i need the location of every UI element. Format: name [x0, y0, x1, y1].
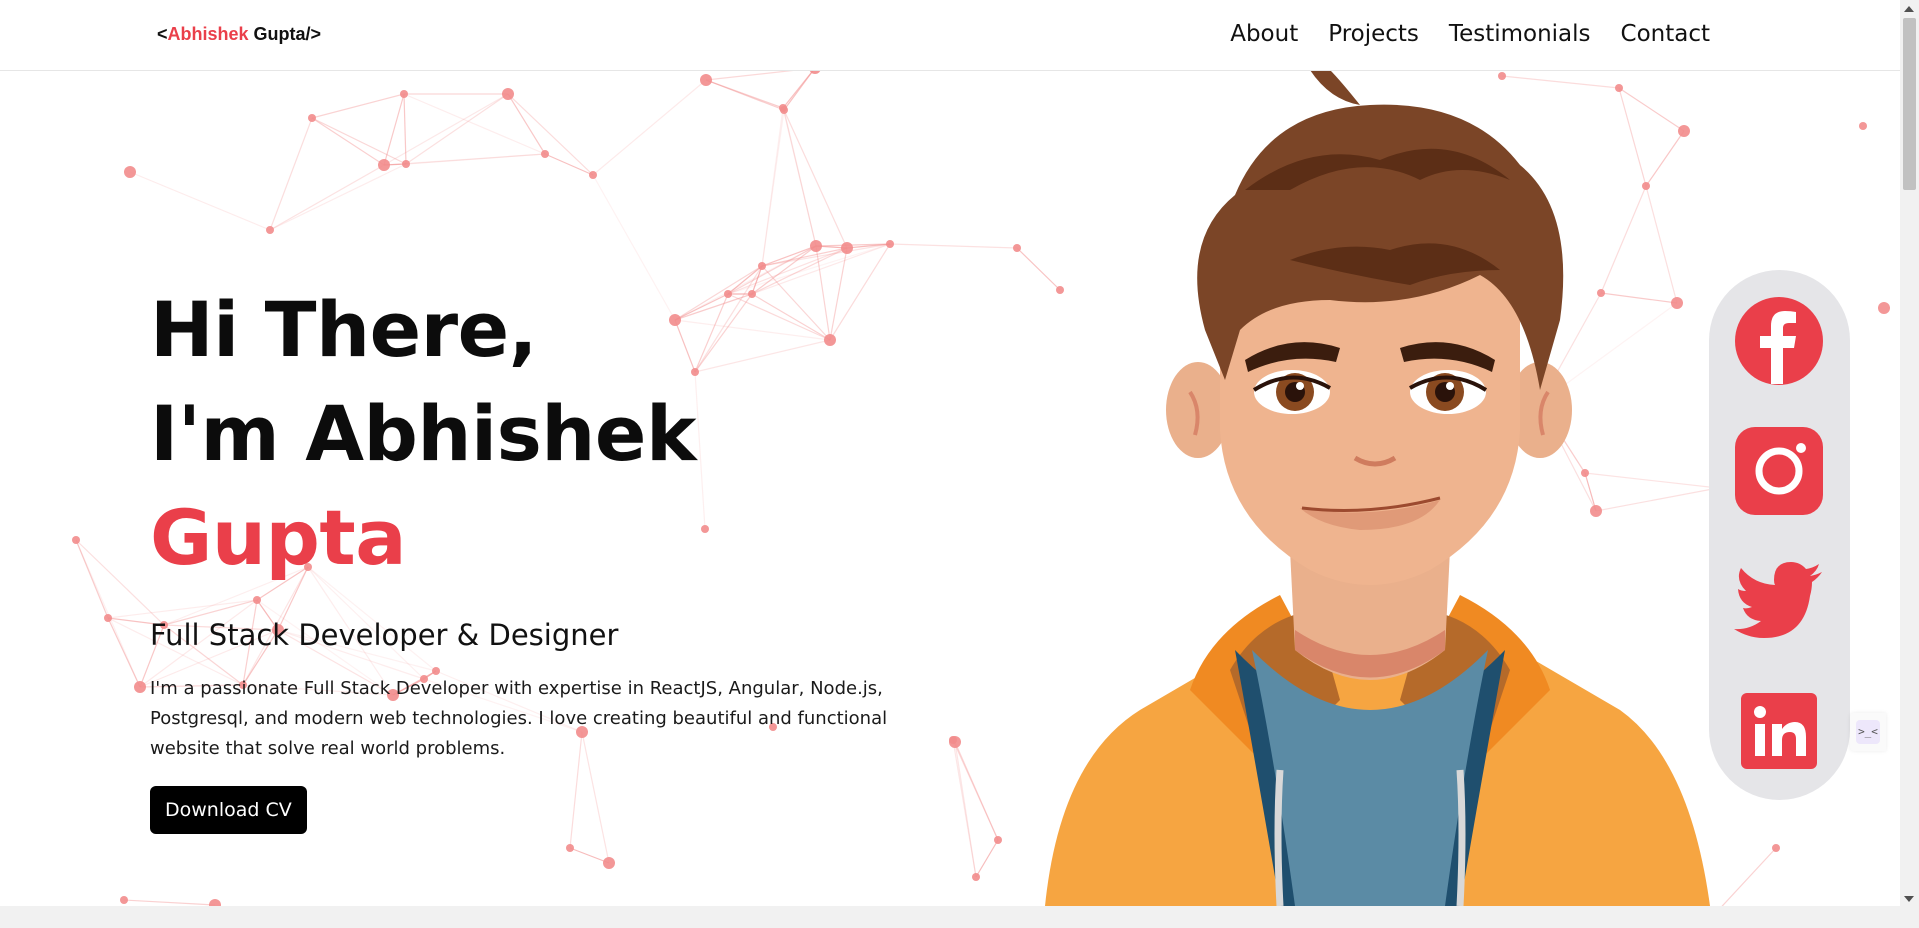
- nav-link-testimonials[interactable]: Testimonials: [1449, 21, 1591, 47]
- network-node: [780, 106, 788, 114]
- social-facebook-link[interactable]: [1734, 296, 1824, 386]
- social-twitter-link[interactable]: [1734, 556, 1824, 646]
- hero-intro: I'm Abhishek: [150, 389, 697, 478]
- nav-link-projects[interactable]: Projects: [1328, 21, 1419, 47]
- nav-links: About Projects Testimonials Contact: [1230, 21, 1710, 47]
- network-node: [266, 226, 274, 234]
- linkedin-icon: [1741, 693, 1817, 769]
- instagram-icon: [1735, 427, 1823, 515]
- network-node: [209, 899, 221, 906]
- network-node: [120, 896, 128, 904]
- network-edge: [507, 93, 594, 176]
- logo-last-name: Gupta/>: [248, 24, 322, 44]
- scrollbar-thumb[interactable]: [1903, 18, 1916, 190]
- network-node: [400, 90, 408, 98]
- network-edge: [783, 109, 848, 249]
- twitter-icon: [1734, 562, 1822, 638]
- top-navbar: <Abhishek Gupta/> About Projects Testimo…: [0, 0, 1900, 71]
- network-edge: [403, 93, 546, 155]
- network-edge: [569, 847, 610, 864]
- network-node: [886, 240, 894, 248]
- network-edge: [269, 164, 385, 231]
- hero-greeting: Hi There,: [150, 285, 538, 374]
- network-edge: [129, 171, 271, 231]
- network-node: [72, 536, 80, 544]
- network-edge: [1721, 847, 1777, 906]
- network-node: [994, 836, 1002, 844]
- logo-first-name: Abhishek: [167, 24, 249, 44]
- facebook-icon: [1735, 297, 1823, 385]
- network-edge: [783, 70, 815, 111]
- social-linkedin-link[interactable]: [1734, 686, 1824, 776]
- network-edge: [311, 117, 385, 166]
- network-node: [402, 160, 410, 168]
- social-links-rail: [1709, 270, 1850, 800]
- network-node: [603, 857, 615, 869]
- logo-bracket: <: [157, 24, 168, 44]
- vertical-scrollbar[interactable]: [1900, 0, 1919, 910]
- hero-accent-name: Gupta: [150, 493, 407, 582]
- network-node: [589, 171, 597, 179]
- network-node: [124, 166, 136, 178]
- scroll-down-arrow-icon[interactable]: [1904, 896, 1914, 902]
- network-edge: [311, 117, 407, 165]
- download-cv-button[interactable]: Download CV: [150, 786, 307, 834]
- network-node: [810, 240, 822, 252]
- horizontal-scrollbar[interactable]: [0, 906, 1919, 928]
- network-node: [502, 88, 514, 100]
- network-node: [841, 242, 853, 254]
- helper-widget-icon: >_<: [1856, 720, 1880, 744]
- network-node: [700, 74, 712, 86]
- network-node: [1859, 122, 1867, 130]
- network-edge: [705, 79, 785, 111]
- nav-link-about[interactable]: About: [1230, 21, 1298, 47]
- network-node: [972, 873, 980, 881]
- network-edge: [311, 93, 405, 119]
- network-edge: [107, 617, 141, 688]
- social-instagram-link[interactable]: [1734, 426, 1824, 516]
- network-edge: [383, 93, 509, 166]
- site-logo[interactable]: <Abhishek Gupta/>: [157, 24, 321, 45]
- network-node: [566, 844, 574, 852]
- network-edge: [383, 93, 405, 166]
- network-node: [378, 159, 390, 171]
- network-edge: [889, 243, 1018, 249]
- network-node: [1878, 302, 1890, 314]
- hero-bio: I'm a passionate Full Stack Developer wi…: [150, 678, 888, 759]
- network-node: [758, 262, 766, 270]
- network-node: [308, 114, 316, 122]
- network-edge: [705, 70, 803, 81]
- network-edge: [761, 243, 891, 267]
- scroll-up-arrow-icon[interactable]: [1904, 6, 1914, 12]
- network-edge: [544, 153, 594, 176]
- hero-section: Hi There, I'm Abhishek Gupta Full Stack …: [150, 278, 970, 834]
- network-node: [104, 614, 112, 622]
- network-node: [1013, 244, 1021, 252]
- network-edge: [123, 899, 216, 906]
- network-node: [1772, 844, 1780, 852]
- avatar-illustration: [1045, 70, 1710, 906]
- network-node: [541, 150, 549, 158]
- hero-role: Full Stack Developer & Designer: [150, 618, 619, 652]
- nav-link-contact[interactable]: Contact: [1621, 21, 1710, 47]
- network-edge: [783, 109, 817, 247]
- hero-name: I'm Abhishek Gupta: [150, 382, 970, 590]
- floating-helper-widget[interactable]: >_<: [1850, 713, 1886, 751]
- network-edge: [405, 93, 509, 165]
- network-edge: [592, 79, 707, 176]
- network-edge: [975, 839, 999, 878]
- network-node: [134, 681, 146, 693]
- network-edge: [761, 109, 785, 267]
